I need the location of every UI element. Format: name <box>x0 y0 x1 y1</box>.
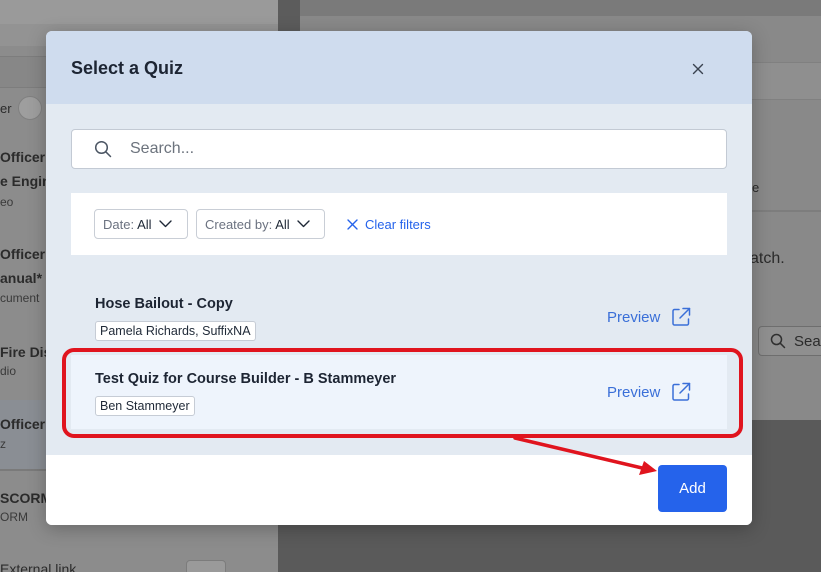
background-divider <box>0 469 46 471</box>
background-main-header <box>300 0 821 16</box>
background-item-type: z <box>0 437 6 451</box>
background-item-title: Officer <box>0 246 46 262</box>
background-label: er <box>0 101 12 116</box>
annotation-highlight-box <box>62 348 743 438</box>
select-quiz-modal: Select a Quiz Date: All Created by: All <box>46 31 752 525</box>
search-box <box>71 129 727 169</box>
date-filter-value: All <box>137 216 152 232</box>
clear-filters-label: Clear filters <box>365 216 431 232</box>
chevron-down-icon <box>296 220 310 228</box>
close-icon <box>692 63 704 75</box>
quiz-author-tag: Pamela Richards, SuffixNA <box>95 321 256 341</box>
search-icon <box>94 140 112 163</box>
background-item-type: ORM <box>0 510 28 524</box>
close-button[interactable] <box>686 57 710 81</box>
quiz-list-item[interactable]: Hose Bailout - Copy Pamela Richards, Suf… <box>71 280 727 354</box>
filter-bar: Date: All Created by: All Clear filters <box>71 193 727 255</box>
background-item-type: dio <box>0 364 17 378</box>
background-item-title: Fire Dis <box>0 344 52 360</box>
background-item-title: SCORM <box>0 490 53 506</box>
preview-label: Preview <box>607 308 661 326</box>
modal-header: Select a Quiz <box>46 31 752 104</box>
background-item-type: eo <box>0 195 14 209</box>
background-main-divider <box>750 210 821 212</box>
background-toggle <box>18 96 42 120</box>
background-button <box>186 560 226 572</box>
background-item-subtitle: anual* <box>0 270 43 286</box>
background-main-band <box>750 62 821 100</box>
created-by-filter-value: All <box>275 216 290 232</box>
add-button[interactable]: Add <box>658 465 727 512</box>
background-item-title: Officer <box>0 149 46 165</box>
created-by-filter-label: Created by: <box>205 216 273 232</box>
background-item-type: cument <box>0 291 40 305</box>
preview-link[interactable]: Preview <box>607 306 692 328</box>
modal-title: Select a Quiz <box>71 58 184 78</box>
close-icon <box>347 218 358 230</box>
background-selected-item <box>0 400 46 470</box>
background-search-placeholder: Sea <box>794 333 821 350</box>
date-filter-dropdown[interactable]: Date: All <box>94 209 188 239</box>
background-item-title: Officer <box>0 416 46 432</box>
search-input[interactable] <box>130 138 710 160</box>
clear-filters-link[interactable]: Clear filters <box>347 209 431 239</box>
date-filter-label: Date: <box>103 216 135 232</box>
background-item-title: External link <box>0 561 77 572</box>
modal-footer: Add <box>46 455 752 525</box>
background-sidebar-header <box>0 0 278 24</box>
background-item-subtitle: e Engin <box>0 173 51 189</box>
search-icon <box>770 333 786 354</box>
external-link-icon <box>670 306 692 328</box>
quiz-title: Hose Bailout - Copy <box>95 296 233 312</box>
created-by-filter-dropdown[interactable]: Created by: All <box>196 209 325 239</box>
background-message: atch. <box>750 250 785 267</box>
background-label: e <box>752 180 760 195</box>
chevron-down-icon <box>158 220 172 228</box>
